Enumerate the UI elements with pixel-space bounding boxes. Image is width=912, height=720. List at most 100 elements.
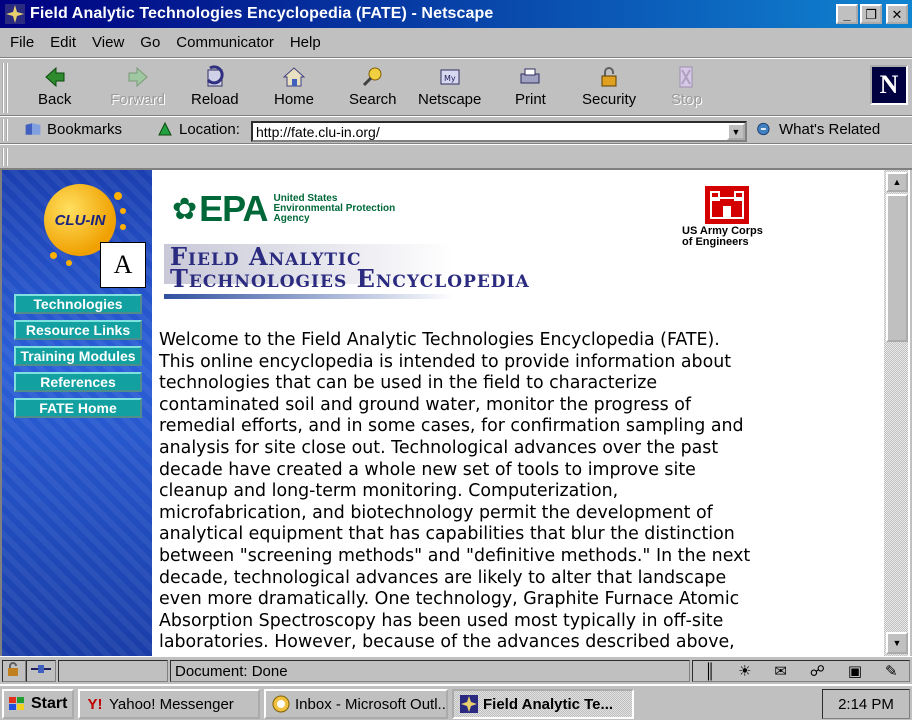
forward-label: Forward — [110, 91, 166, 108]
text-line: Welcome to the Field Analytic Technologi… — [159, 330, 720, 350]
scroll-thumb[interactable] — [886, 194, 908, 342]
minimize-button[interactable]: _ — [836, 4, 858, 24]
text-line: microfabrication, and biotechnology perm… — [159, 502, 713, 523]
address-book-icon[interactable]: ▣ — [848, 662, 862, 680]
text-line: cleanup and long-term monitoring. Comput… — [159, 481, 619, 502]
bookmarks-label: Bookmarks — [47, 120, 123, 138]
discussion-icon[interactable]: ☍ — [810, 662, 825, 680]
epa-sub-line: Agency — [273, 213, 310, 224]
netscape-task-icon — [460, 695, 478, 713]
toolbar-grip[interactable] — [2, 63, 8, 113]
menu-help[interactable]: Help — [290, 34, 321, 51]
whats-related-icon — [756, 120, 774, 138]
outlook-icon — [272, 695, 290, 713]
menu-bar: File Edit View Go Communicator Help — [0, 28, 912, 58]
netscape-app-icon — [4, 3, 26, 25]
welcome-text: Welcome to the Field Analytic Technologi… — [159, 330, 809, 654]
menu-file[interactable]: File — [10, 34, 34, 51]
menu-go[interactable]: Go — [140, 34, 160, 51]
page-proxy-icon[interactable] — [156, 120, 174, 138]
security-button[interactable]: Security — [582, 63, 636, 113]
security-lock-icon — [5, 661, 21, 681]
back-arrow-icon — [40, 63, 70, 91]
bookmarks-button[interactable]: Bookmarks — [24, 120, 122, 138]
security-status[interactable] — [2, 660, 26, 682]
text-line: decade, technological advances are likel… — [159, 567, 727, 588]
location-label: Location: — [179, 120, 240, 138]
menu-communicator[interactable]: Communicator — [176, 34, 274, 51]
svg-text:My: My — [444, 74, 456, 83]
online-status[interactable] — [26, 660, 56, 682]
logo-dot — [114, 192, 122, 200]
task-yahoo-messenger[interactable]: Y! Yahoo! Messenger — [78, 689, 260, 719]
mail-icon[interactable]: ✉ — [774, 662, 787, 680]
close-button[interactable]: ✕ — [886, 4, 908, 24]
reload-button[interactable]: Reload — [191, 63, 239, 113]
home-button[interactable]: Home — [274, 63, 314, 113]
task-label: Yahoo! Messenger — [109, 695, 234, 713]
epa-name: EPA — [199, 188, 268, 229]
vertical-scrollbar[interactable]: ▲ ▼ — [884, 170, 910, 656]
arrow-up-icon: ▲ — [892, 177, 902, 187]
text-line: laboratories. However, because of the ad… — [159, 632, 735, 653]
castle-icon — [705, 186, 749, 224]
bookmarks-icon — [24, 120, 42, 138]
sidebar-item-resource-links[interactable]: Resource Links — [14, 320, 142, 340]
sidebar-item-references[interactable]: References — [14, 372, 142, 392]
text-line: decade have created a whole new set of t… — [159, 459, 696, 480]
task-inbox-outlook[interactable]: Inbox - Microsoft Outl... — [264, 689, 448, 719]
text-line: even more dramatically. One technology, … — [159, 589, 740, 610]
location-toolbar-grip[interactable] — [2, 119, 8, 141]
scroll-down-button[interactable]: ▼ — [886, 632, 908, 654]
usace-logo[interactable]: US Army Corps of Engineers — [682, 186, 772, 248]
component-bar: ║ ☀ ✉ ☍ ▣ ✎ — [692, 660, 910, 682]
back-label: Back — [38, 91, 72, 108]
stop-label: Stop — [671, 91, 702, 108]
yahoo-icon: Y! — [87, 695, 103, 713]
url-dropdown-button[interactable]: ▼ — [727, 123, 745, 140]
scroll-up-button[interactable]: ▲ — [886, 172, 908, 192]
chevron-down-icon: ▼ — [731, 126, 741, 137]
stop-button[interactable]: Stop — [671, 63, 702, 113]
netscape-button[interactable]: My Netscape — [418, 63, 481, 113]
forward-arrow-icon — [123, 63, 153, 91]
search-button[interactable]: Search — [349, 63, 397, 113]
logo-dot — [50, 252, 57, 259]
logo-dot — [66, 260, 72, 266]
epa-logo[interactable]: ✿ EPA United States Environmental Protec… — [172, 188, 395, 230]
sidebar-item-training-modules[interactable]: Training Modules — [14, 346, 142, 366]
text-line: analysis for site close out. Technologic… — [159, 437, 719, 458]
composer-icon[interactable]: ✎ — [885, 662, 898, 680]
system-clock[interactable]: 2:14 PM — [822, 689, 910, 719]
annotation-label-a: A — [100, 242, 146, 288]
print-label: Print — [515, 91, 546, 108]
printer-icon — [515, 63, 545, 91]
text-line: This online encyclopedia is intended to … — [159, 351, 732, 372]
main-content: ✿ EPA United States Environmental Protec… — [152, 170, 884, 656]
print-button[interactable]: Print — [515, 63, 546, 113]
progress-area — [58, 660, 168, 682]
navigator-icon[interactable]: ☀ — [738, 662, 751, 680]
sidebar-item-fate-home[interactable]: FATE Home — [14, 398, 142, 418]
my-netscape-icon: My — [435, 63, 465, 91]
security-label: Security — [582, 91, 637, 108]
banner-underline — [164, 294, 454, 299]
menu-view[interactable]: View — [92, 34, 124, 51]
netscape-logo[interactable]: N — [870, 65, 908, 105]
forward-button[interactable]: Forward — [110, 63, 165, 113]
sidebar-item-technologies[interactable]: Technologies — [14, 294, 142, 314]
back-button[interactable]: Back — [38, 63, 71, 113]
whats-related-button[interactable]: What's Related — [756, 120, 880, 138]
task-field-analytic[interactable]: Field Analytic Te... — [452, 689, 634, 719]
start-button[interactable]: Start — [2, 689, 74, 719]
personal-toolbar-grip[interactable] — [2, 148, 8, 166]
task-label: Inbox - Microsoft Outl... — [295, 695, 448, 713]
maximize-button[interactable]: ❐ — [860, 4, 882, 24]
url-input[interactable] — [251, 121, 747, 142]
fate-banner: Field Analytic Technologies Encyclopedia — [164, 234, 674, 300]
logo-dot — [120, 208, 126, 214]
netscape-label: Netscape — [418, 91, 482, 108]
page-content: CLU-IN A Technologies Resource Links Tra… — [0, 170, 884, 656]
location-toolbar: Bookmarks Location: ▼ What's Related — [0, 116, 912, 144]
menu-edit[interactable]: Edit — [50, 34, 76, 51]
